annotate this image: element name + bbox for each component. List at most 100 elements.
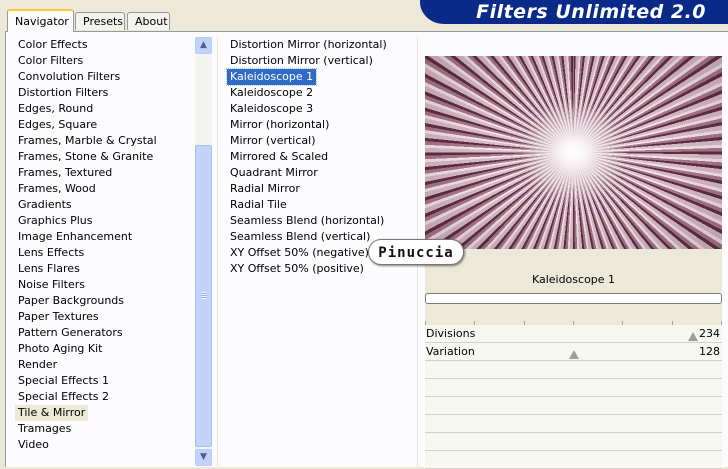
category-label: Pattern Generators bbox=[18, 326, 123, 339]
filter-item[interactable]: Kaleidoscope 1 bbox=[225, 68, 318, 86]
category-item[interactable]: Photo Aging Kit bbox=[15, 341, 195, 357]
category-item[interactable]: Gradients bbox=[15, 197, 195, 213]
empty-parameter-row bbox=[425, 433, 722, 451]
slider-tick bbox=[721, 321, 722, 325]
divisions-slider[interactable]: Divisions 234 bbox=[425, 321, 722, 343]
category-item[interactable]: Distortion Filters bbox=[15, 85, 195, 101]
category-item[interactable]: Color Filters bbox=[15, 53, 195, 69]
grip-icon bbox=[201, 292, 207, 299]
category-item[interactable]: Video bbox=[15, 437, 195, 453]
filter-item[interactable]: Quadrant Mirror bbox=[227, 165, 321, 181]
scroll-up-button[interactable]: ▲ bbox=[195, 37, 212, 54]
category-label: Tramages bbox=[18, 422, 72, 435]
empty-parameter-row bbox=[425, 397, 722, 415]
title-banner: Filters Unlimited 2.0 bbox=[420, 0, 728, 24]
category-item[interactable]: Frames, Marble & Crystal bbox=[15, 133, 195, 149]
category-item[interactable]: Color Effects bbox=[15, 37, 195, 53]
category-label: Frames, Stone & Granite bbox=[18, 150, 154, 163]
category-label: Special Effects 1 bbox=[18, 374, 110, 387]
tab-navigator[interactable]: Navigator bbox=[7, 9, 74, 32]
category-item[interactable]: Edges, Square bbox=[15, 117, 195, 133]
progress-bar bbox=[425, 293, 722, 304]
filter-item[interactable]: Kaleidoscope 2 bbox=[227, 85, 316, 101]
category-item[interactable]: Image Enhancement bbox=[15, 229, 195, 245]
category-item[interactable]: Paper Textures bbox=[15, 309, 195, 325]
category-item[interactable]: Special Effects 2 bbox=[15, 389, 195, 405]
category-scrollbar[interactable]: ▲ ▼ bbox=[195, 37, 212, 466]
slider-thumb[interactable] bbox=[688, 332, 698, 341]
category-item[interactable]: Paper Backgrounds bbox=[15, 293, 195, 309]
filter-item[interactable]: Mirror (vertical) bbox=[227, 133, 319, 149]
filter-item[interactable]: Radial Tile bbox=[227, 197, 290, 213]
filter-item[interactable]: Distortion Mirror (vertical) bbox=[227, 53, 376, 69]
empty-parameter-row bbox=[425, 415, 722, 433]
filter-item[interactable]: Distortion Mirror (horizontal) bbox=[227, 37, 390, 53]
tab-presets[interactable]: Presets bbox=[75, 12, 125, 30]
category-label: Tile & Mirror bbox=[15, 405, 89, 421]
category-label: Convolution Filters bbox=[18, 70, 121, 83]
filter-item[interactable]: XY Offset 50% (positive) bbox=[227, 261, 367, 277]
category-label: Edges, Round bbox=[18, 102, 94, 115]
category-item[interactable]: Frames, Textured bbox=[15, 165, 195, 181]
current-filter-name: Kaleidoscope 1 bbox=[531, 273, 616, 286]
category-label: Edges, Square bbox=[18, 118, 98, 131]
filter-item[interactable]: Radial Mirror bbox=[227, 181, 303, 197]
category-item[interactable]: Convolution Filters bbox=[15, 69, 195, 85]
category-label: Frames, Wood bbox=[18, 182, 96, 195]
category-label: Frames, Textured bbox=[18, 166, 113, 179]
tab-about[interactable]: About bbox=[127, 12, 170, 30]
svg-text:Pinuccia: Pinuccia bbox=[378, 245, 453, 261]
category-label: Special Effects 2 bbox=[18, 390, 110, 403]
pane-divider bbox=[217, 37, 218, 466]
category-label: Color Effects bbox=[18, 38, 88, 51]
category-item[interactable]: Render bbox=[15, 357, 195, 373]
variation-slider[interactable]: Variation 128 bbox=[425, 343, 722, 361]
slider-thumb[interactable] bbox=[569, 350, 579, 359]
filter-item[interactable]: Seamless Blend (vertical) bbox=[227, 229, 373, 245]
filter-item[interactable]: Kaleidoscope 3 bbox=[227, 101, 316, 117]
scroll-thumb[interactable] bbox=[195, 145, 212, 447]
category-item[interactable]: Frames, Wood bbox=[15, 181, 195, 197]
category-item[interactable]: Tile & Mirror bbox=[15, 405, 195, 421]
category-item[interactable]: Tramages bbox=[15, 421, 195, 437]
tab-strip: Navigator Presets About bbox=[0, 0, 430, 32]
filter-item[interactable]: Mirror (horizontal) bbox=[227, 117, 332, 133]
category-label: Photo Aging Kit bbox=[18, 342, 103, 355]
category-label: Frames, Marble & Crystal bbox=[18, 134, 157, 147]
chevron-up-icon: ▲ bbox=[200, 40, 207, 50]
empty-parameter-row bbox=[425, 379, 722, 397]
filter-item[interactable]: Mirrored & Scaled bbox=[227, 149, 331, 165]
chevron-down-icon: ▼ bbox=[200, 452, 207, 462]
category-label: Lens Effects bbox=[18, 246, 85, 259]
category-item[interactable]: Graphics Plus bbox=[15, 213, 195, 229]
category-label: Graphics Plus bbox=[18, 214, 93, 227]
category-item[interactable]: Frames, Stone & Granite bbox=[15, 149, 195, 165]
variation-label: Variation bbox=[426, 345, 475, 358]
category-item[interactable]: Noise Filters bbox=[15, 277, 195, 293]
category-item[interactable]: Lens Flares bbox=[15, 261, 195, 277]
category-label: Lens Flares bbox=[18, 262, 80, 275]
variation-value: 128 bbox=[699, 345, 720, 358]
slider-tick bbox=[672, 321, 673, 325]
category-label: Gradients bbox=[18, 198, 72, 211]
category-item[interactable]: Lens Effects bbox=[15, 245, 195, 261]
preview-image bbox=[425, 56, 722, 249]
slider-tick bbox=[524, 321, 525, 325]
divisions-value: 234 bbox=[699, 327, 720, 340]
filter-item[interactable]: XY Offset 50% (negative) bbox=[227, 245, 372, 261]
category-list[interactable]: Color Effects Color Filters Convolution Fi… bbox=[15, 37, 195, 462]
category-label: Distortion Filters bbox=[18, 86, 109, 99]
category-label: Image Enhancement bbox=[18, 230, 133, 243]
watermark-logo: Pinuccia bbox=[368, 239, 464, 265]
scroll-down-button[interactable]: ▼ bbox=[195, 449, 212, 466]
category-item[interactable]: Special Effects 1 bbox=[15, 373, 195, 389]
slider-tick bbox=[622, 321, 623, 325]
category-item[interactable]: Pattern Generators bbox=[15, 325, 195, 341]
filter-item[interactable]: Seamless Blend (horizontal) bbox=[227, 213, 387, 229]
slider-tick bbox=[573, 321, 574, 325]
slider-tick bbox=[425, 321, 426, 325]
category-label: Render bbox=[18, 358, 58, 371]
preview-highlight bbox=[425, 56, 722, 249]
app-title: Filters Unlimited 2.0 bbox=[476, 1, 706, 23]
category-item[interactable]: Edges, Round bbox=[15, 101, 195, 117]
